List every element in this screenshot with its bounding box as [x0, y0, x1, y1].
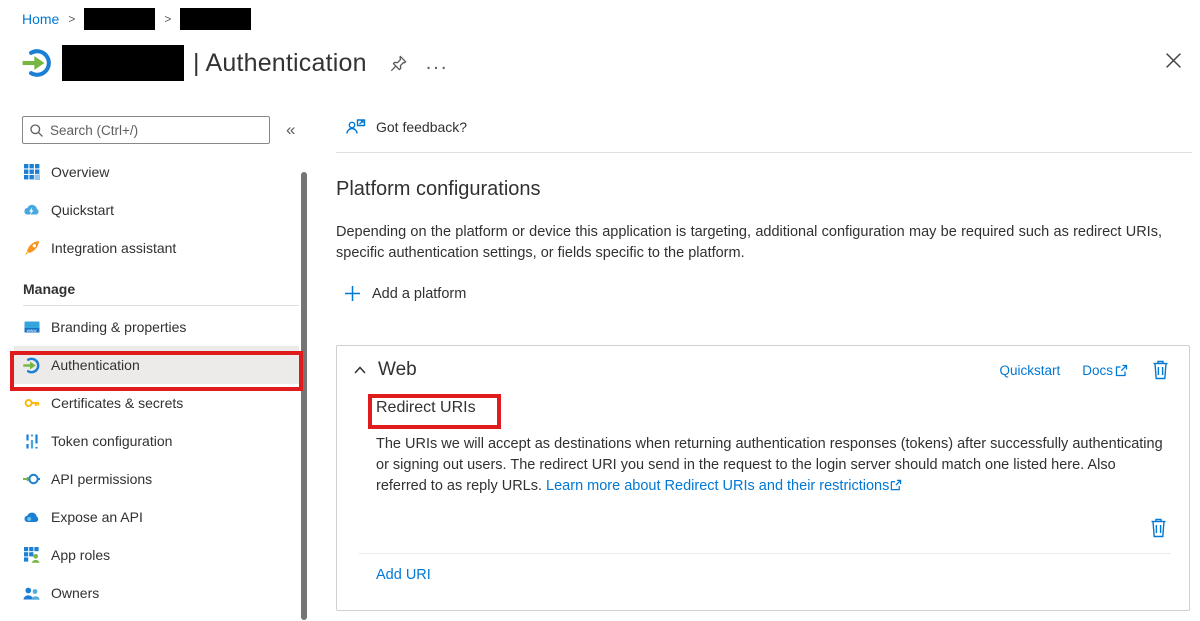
svg-text:www: www	[26, 328, 37, 333]
section-divider	[23, 305, 299, 306]
page-title: | Authentication	[193, 49, 367, 78]
search-box[interactable]	[22, 116, 270, 144]
close-icon[interactable]	[1165, 52, 1182, 74]
plus-icon	[344, 285, 361, 302]
sidebar-item-label: Authentication	[51, 357, 140, 373]
sidebar-item-certificates-secrets[interactable]: Certificates & secrets	[14, 384, 299, 422]
external-link-icon	[890, 479, 902, 491]
docs-link-label: Docs	[1082, 363, 1113, 378]
breadcrumb-separator: >	[68, 12, 75, 26]
cloud-api-icon	[23, 509, 40, 526]
more-options-icon[interactable]: ...	[426, 58, 449, 68]
sidebar-item-label: API permissions	[51, 471, 152, 487]
search-icon	[29, 123, 44, 138]
sidebar-item-integration-assistant[interactable]: Integration assistant	[14, 229, 299, 267]
sidebar-item-owners[interactable]: Owners	[14, 574, 299, 612]
sidebar-item-expose-an-api[interactable]: Expose an API	[14, 498, 299, 536]
sidebar-item-api-permissions[interactable]: API permissions	[14, 460, 299, 498]
web-card-title: Web	[378, 359, 417, 381]
external-link-icon	[1115, 364, 1128, 377]
chevron-up-icon[interactable]	[353, 365, 367, 375]
authentication-icon	[23, 357, 40, 374]
uri-row-divider	[359, 553, 1171, 554]
got-feedback-button[interactable]: Got feedback?	[346, 118, 467, 136]
delete-uri-icon[interactable]	[1150, 518, 1167, 538]
quickstart-link[interactable]: Quickstart	[999, 363, 1060, 378]
sidebar-item-overview[interactable]: Overview	[14, 153, 299, 191]
redirect-uris-heading: Redirect URIs	[376, 399, 476, 417]
delete-platform-icon[interactable]	[1152, 360, 1169, 380]
branding-browser-icon: www	[23, 319, 40, 336]
breadcrumb-home-link[interactable]: Home	[22, 11, 59, 27]
pin-icon[interactable]	[389, 54, 408, 73]
sidebar-item-branding-properties[interactable]: www Branding & properties	[14, 308, 299, 346]
rocket-icon	[23, 240, 40, 257]
sidebar-item-label: App roles	[51, 547, 110, 563]
api-permissions-icon	[23, 471, 40, 488]
collapse-sidebar-icon[interactable]: «	[286, 120, 295, 140]
toolbar-divider	[336, 152, 1192, 153]
sidebar-section-manage: Manage	[14, 267, 299, 305]
sidebar-scrollbar[interactable]	[301, 172, 307, 620]
key-icon	[23, 395, 40, 412]
sidebar-item-app-roles[interactable]: App roles	[14, 536, 299, 574]
sliders-icon	[23, 433, 40, 450]
quickstart-cloud-icon	[23, 202, 40, 219]
feedback-icon	[346, 118, 366, 136]
overview-grid-icon	[23, 164, 40, 181]
sidebar: Overview Quickstart Integration assistan…	[14, 153, 299, 612]
platform-configurations-heading: Platform configurations	[336, 178, 541, 201]
sidebar-item-label: Overview	[51, 164, 109, 180]
docs-link[interactable]: Docs	[1082, 363, 1128, 378]
learn-more-link[interactable]: Learn more about Redirect URIs and their…	[546, 478, 889, 494]
sidebar-item-quickstart[interactable]: Quickstart	[14, 191, 299, 229]
sidebar-item-label: Certificates & secrets	[51, 395, 183, 411]
sidebar-item-label: Expose an API	[51, 509, 143, 525]
sidebar-search-row: «	[22, 116, 306, 144]
sidebar-item-label: Token configuration	[51, 433, 172, 449]
search-input[interactable]	[50, 123, 263, 138]
sidebar-item-label: Branding & properties	[51, 319, 186, 335]
sidebar-item-token-configuration[interactable]: Token configuration	[14, 422, 299, 460]
owners-people-icon	[23, 585, 40, 602]
breadcrumb-redacted-item[interactable]	[84, 8, 155, 30]
got-feedback-label: Got feedback?	[376, 119, 467, 135]
breadcrumb: Home > >	[22, 7, 251, 31]
sidebar-item-label: Quickstart	[51, 202, 114, 218]
add-platform-label: Add a platform	[372, 286, 466, 302]
app-name-redacted	[62, 45, 184, 81]
web-card-header: Web Quickstart Docs	[337, 346, 1189, 381]
breadcrumb-separator: >	[164, 12, 171, 26]
breadcrumb-redacted-item[interactable]	[180, 8, 251, 30]
page-header: | Authentication ...	[22, 42, 1180, 84]
sidebar-item-label: Integration assistant	[51, 240, 176, 256]
app-roles-icon	[23, 547, 40, 564]
app-registration-icon	[22, 48, 52, 78]
sidebar-item-authentication[interactable]: Authentication	[14, 346, 299, 384]
redirect-uris-description: The URIs we will accept as destinations …	[376, 434, 1168, 497]
sidebar-item-label: Owners	[51, 585, 99, 601]
web-platform-card: Web Quickstart Docs	[336, 345, 1190, 611]
add-uri-link[interactable]: Add URI	[376, 567, 431, 583]
platform-configurations-description: Depending on the platform or device this…	[336, 222, 1162, 264]
add-platform-button[interactable]: Add a platform	[344, 285, 466, 302]
